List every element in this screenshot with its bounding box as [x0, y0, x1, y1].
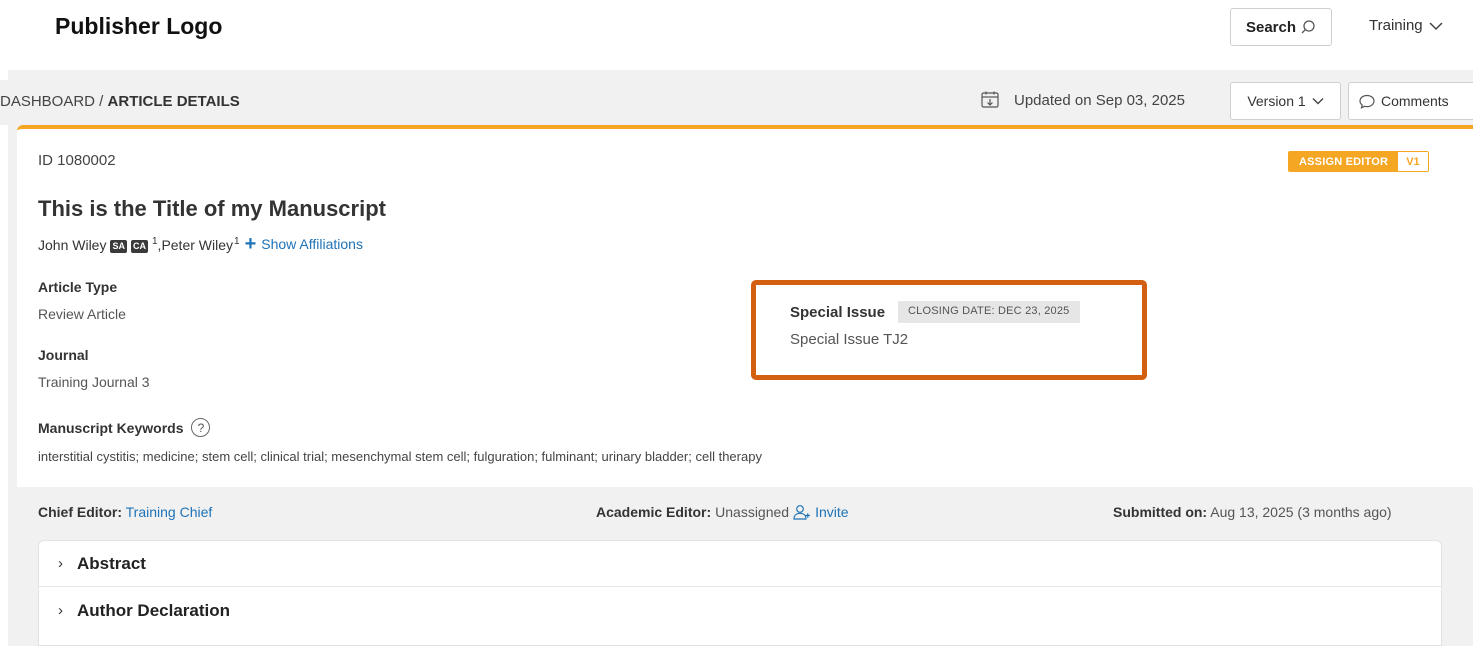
updated-info: Updated on Sep 03, 2025	[980, 90, 1185, 110]
updated-date: Updated on Sep 03, 2025	[1014, 91, 1185, 109]
article-id: ID 1080002	[38, 152, 116, 169]
invite-link[interactable]: Invite	[793, 504, 849, 520]
submitting-author-badge: SA	[110, 240, 127, 253]
academic-editor-value: Unassigned	[715, 504, 790, 520]
academic-editor: Academic Editor: Unassigned Invite	[596, 504, 849, 520]
author-name[interactable]: Peter Wiley	[161, 237, 233, 253]
version-label: Version 1	[1247, 93, 1306, 109]
chief-editor-label: Chief Editor:	[38, 504, 122, 520]
search-button[interactable]: Search	[1230, 8, 1332, 46]
help-icon[interactable]: ?	[191, 418, 211, 437]
breadcrumb-dashboard[interactable]: DASHBOARD /	[0, 93, 103, 110]
version-badge: V1	[1398, 152, 1428, 171]
special-issue-value: Special Issue TJ2	[790, 331, 909, 348]
show-affiliations-link[interactable]: + Show Affiliations	[244, 233, 363, 255]
plus-icon: +	[244, 233, 257, 255]
top-bar: Publisher Logo Search Training	[0, 0, 1473, 70]
calendar-download-icon	[981, 91, 999, 108]
closing-date-badge: CLOSING DATE: DEC 23, 2025	[898, 301, 1080, 323]
section-label: Abstract	[77, 553, 146, 573]
keywords-value: interstitial cystitis; medicine; stem ce…	[38, 449, 762, 464]
chevron-right-icon: ›	[58, 555, 63, 572]
article-type-label: Article Type	[38, 279, 118, 295]
corresponding-author-badge: CA	[130, 240, 148, 253]
academic-editor-label: Academic Editor:	[596, 504, 712, 520]
breadcrumb: DASHBOARD / ARTICLE DETAILS	[0, 93, 240, 110]
manuscript-title: This is the Title of my Manuscript	[38, 196, 386, 221]
version-dropdown[interactable]: Version 1	[1230, 82, 1341, 120]
special-issue-label: Special Issue	[790, 304, 886, 321]
add-user-icon	[793, 505, 811, 520]
user-menu[interactable]: Training	[1369, 17, 1443, 34]
user-menu-label: Training	[1369, 17, 1423, 34]
affiliation-superscript: 1	[234, 236, 240, 247]
journal-value: Training Journal 3	[38, 374, 150, 390]
comment-bubble-icon	[1359, 94, 1375, 109]
special-issue-highlight	[751, 280, 1147, 380]
chief-editor: Chief Editor: Training Chief	[38, 504, 212, 520]
author-list: John Wiley SA CA 1 , Peter Wiley 1 + Sho…	[38, 233, 363, 255]
invite-label: Invite	[815, 504, 849, 520]
chief-editor-link[interactable]: Training Chief	[126, 504, 213, 520]
affiliation-superscript: 1	[151, 236, 158, 247]
comments-button[interactable]: Comments	[1348, 82, 1473, 120]
section-label: Author Declaration	[77, 600, 231, 620]
breadcrumb-current: ARTICLE DETAILS	[107, 93, 240, 110]
chevron-down-icon	[1429, 21, 1443, 30]
chevron-right-icon: ›	[58, 602, 63, 619]
show-affiliations-label: Show Affiliations	[261, 236, 363, 252]
journal-label: Journal	[38, 347, 89, 363]
article-type-value: Review Article	[38, 306, 126, 322]
chevron-down-icon	[1312, 98, 1324, 105]
section-author-declaration[interactable]: › Author Declaration	[38, 587, 1442, 634]
submitted-value: Aug 13, 2025 (3 months ago)	[1210, 504, 1392, 520]
assign-editor-button[interactable]: ASSIGN EDITOR V1	[1288, 151, 1429, 172]
keywords-heading: Manuscript Keywords ?	[38, 418, 211, 437]
section-abstract[interactable]: › Abstract	[38, 540, 1442, 587]
article-card	[17, 125, 1473, 487]
author-name[interactable]: John Wiley	[38, 237, 106, 253]
comments-label: Comments	[1381, 93, 1449, 109]
submitted-label: Submitted on:	[1113, 504, 1208, 520]
submitted-on: Submitted on: Aug 13, 2025 (3 months ago…	[1113, 504, 1392, 520]
assign-editor-label: ASSIGN EDITOR	[1289, 152, 1399, 171]
search-label: Search	[1245, 18, 1297, 36]
search-icon	[1301, 20, 1315, 34]
publisher-logo[interactable]: Publisher Logo	[55, 13, 222, 40]
keywords-label: Manuscript Keywords	[38, 419, 184, 436]
